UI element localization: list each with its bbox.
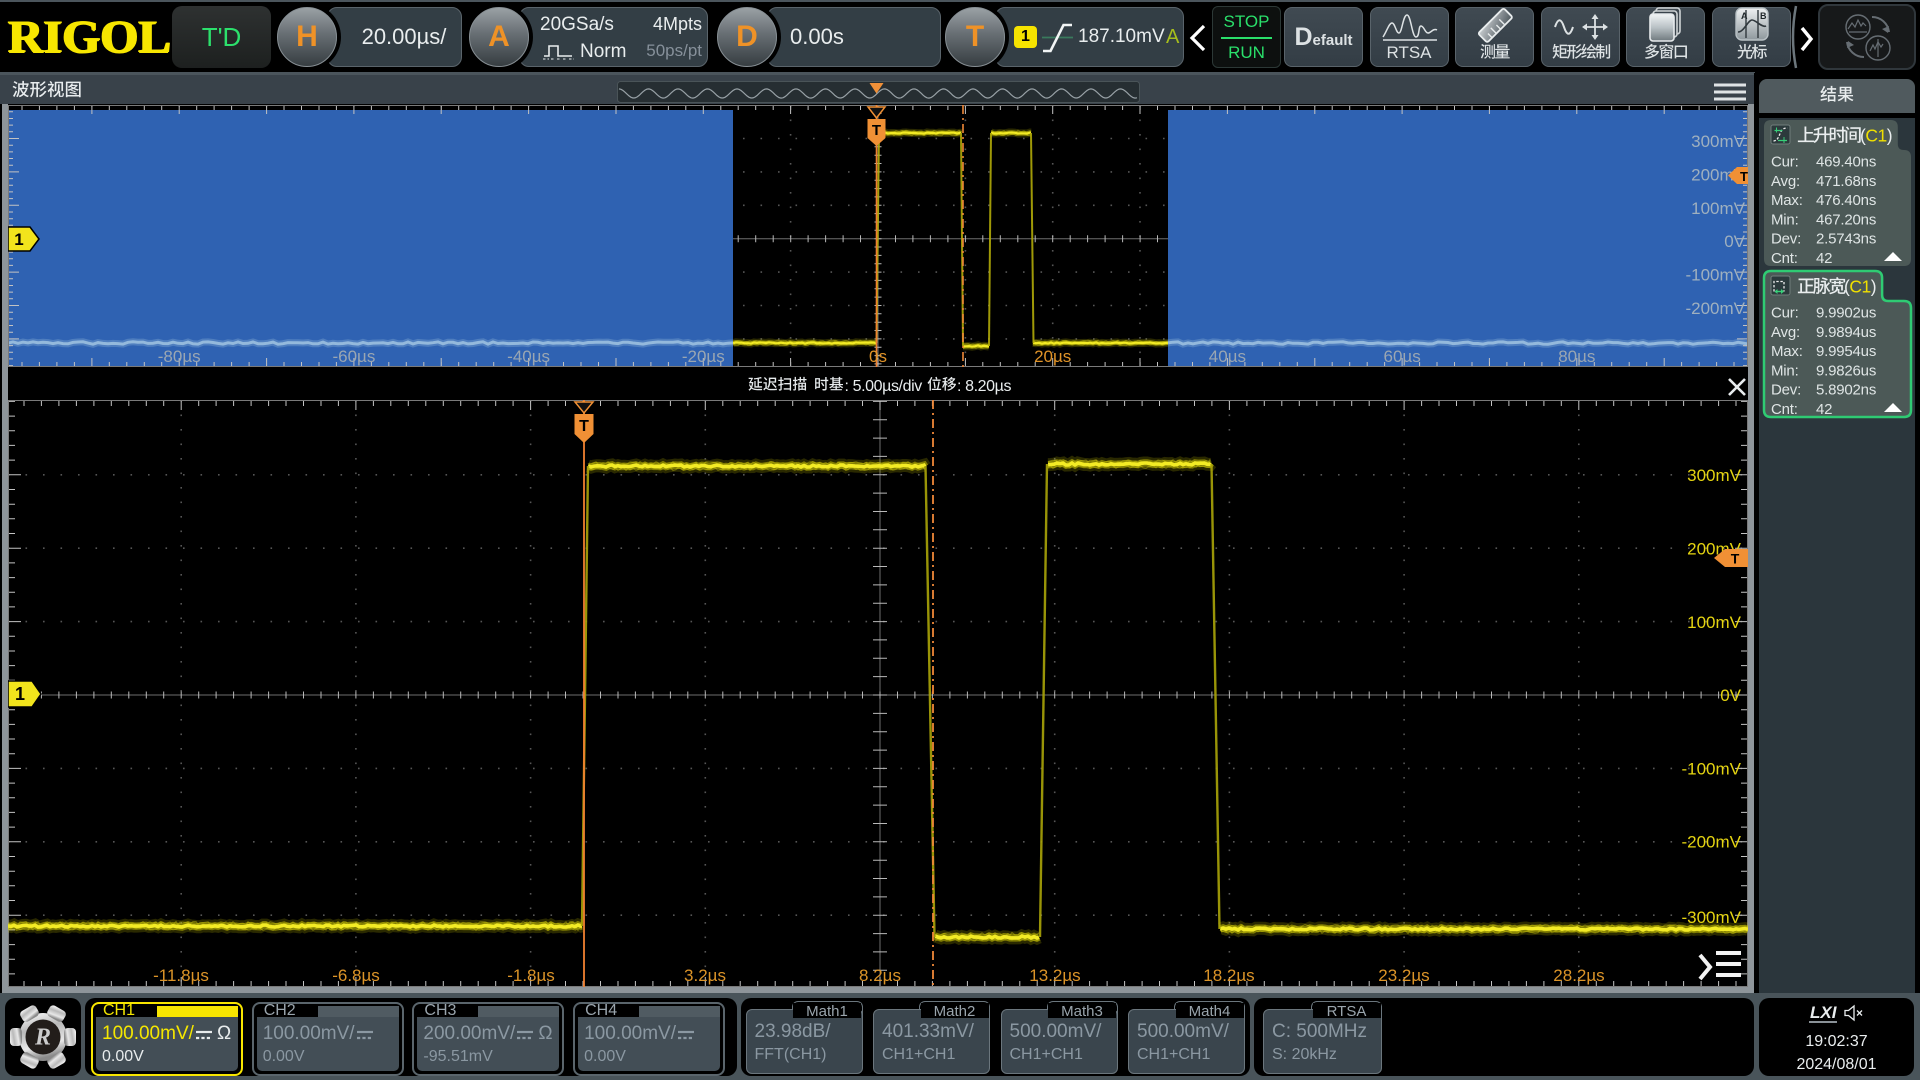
svg-text:23.2µs: 23.2µs <box>1378 966 1429 985</box>
svg-text:60µs: 60µs <box>1383 347 1420 366</box>
svg-text:(C1): (C1) <box>1860 126 1892 146</box>
svg-text:0s: 0s <box>869 347 887 366</box>
svg-text:Max:: Max: <box>1771 343 1803 360</box>
svg-text:2.5743ns: 2.5743ns <box>1816 231 1876 248</box>
svg-text:471.68ns: 471.68ns <box>1816 173 1876 190</box>
svg-text:Avg:: Avg: <box>1771 173 1800 190</box>
svg-text:469.40ns: 469.40ns <box>1816 154 1876 171</box>
svg-text:B: B <box>1760 11 1767 21</box>
svg-text:-11.8µs: -11.8µs <box>153 966 209 985</box>
svg-text:Cur:: Cur: <box>1771 305 1799 322</box>
svg-text:42: 42 <box>1816 401 1832 418</box>
svg-text:9.9894us: 9.9894us <box>1816 324 1876 341</box>
svg-text:-100mV: -100mV <box>1681 759 1741 778</box>
svg-text:100mV: 100mV <box>1687 613 1742 632</box>
svg-text:8.2µs: 8.2µs <box>859 966 901 985</box>
svg-text:T: T <box>1731 551 1740 567</box>
svg-text:467.20ns: 467.20ns <box>1816 211 1876 228</box>
svg-text:-40µs: -40µs <box>507 347 550 366</box>
svg-text:A: A <box>1741 11 1748 21</box>
svg-text:1: 1 <box>14 230 23 249</box>
svg-text:-80µs: -80µs <box>158 347 201 366</box>
svg-text:Cnt:: Cnt: <box>1771 250 1798 267</box>
svg-text:T: T <box>1740 169 1748 184</box>
svg-text:R: R <box>34 1025 51 1051</box>
svg-text:Avg:: Avg: <box>1771 324 1800 341</box>
svg-text:3.2µs: 3.2µs <box>684 966 726 985</box>
svg-text:-6.8µs: -6.8µs <box>332 966 380 985</box>
svg-text:300mV: 300mV <box>1691 132 1746 151</box>
svg-text:40µs: 40µs <box>1209 347 1246 366</box>
svg-text:9.9902us: 9.9902us <box>1816 305 1876 322</box>
svg-text:100mV: 100mV <box>1691 199 1746 218</box>
svg-text:-60µs: -60µs <box>332 347 375 366</box>
svg-text:80µs: 80µs <box>1558 347 1595 366</box>
svg-text:9.9826us: 9.9826us <box>1816 362 1876 379</box>
svg-text:Dev:: Dev: <box>1771 231 1801 248</box>
svg-text:5.8902ns: 5.8902ns <box>1816 382 1876 399</box>
svg-text:-1.8µs: -1.8µs <box>507 966 555 985</box>
svg-text:-20µs: -20µs <box>682 347 725 366</box>
svg-text:(C1): (C1) <box>1844 277 1876 297</box>
svg-text:Min:: Min: <box>1771 362 1799 379</box>
svg-text:Min:: Min: <box>1771 211 1799 228</box>
svg-text:0V: 0V <box>1720 686 1741 705</box>
svg-text:9.9954us: 9.9954us <box>1816 343 1876 360</box>
svg-text:28.2µs: 28.2µs <box>1553 966 1604 985</box>
svg-text:1: 1 <box>15 684 25 704</box>
svg-text:Cur:: Cur: <box>1771 154 1799 171</box>
svg-text:0V: 0V <box>1724 232 1745 251</box>
svg-text:Dev:: Dev: <box>1771 382 1801 399</box>
svg-text:-200mV: -200mV <box>1681 833 1741 852</box>
svg-text:20µs: 20µs <box>1034 347 1071 366</box>
svg-text:Max:: Max: <box>1771 192 1803 209</box>
svg-text:T: T <box>579 418 589 435</box>
svg-text:-200mV: -200mV <box>1685 299 1745 318</box>
svg-text:Cnt:: Cnt: <box>1771 401 1798 418</box>
svg-text:300mV: 300mV <box>1687 466 1742 485</box>
svg-text:T: T <box>872 122 881 139</box>
svg-text:18.2µs: 18.2µs <box>1203 966 1254 985</box>
svg-text:-100mV: -100mV <box>1685 266 1745 285</box>
svg-text:13.2µs: 13.2µs <box>1029 966 1080 985</box>
svg-text:42: 42 <box>1816 250 1832 267</box>
svg-text:476.40ns: 476.40ns <box>1816 192 1876 209</box>
